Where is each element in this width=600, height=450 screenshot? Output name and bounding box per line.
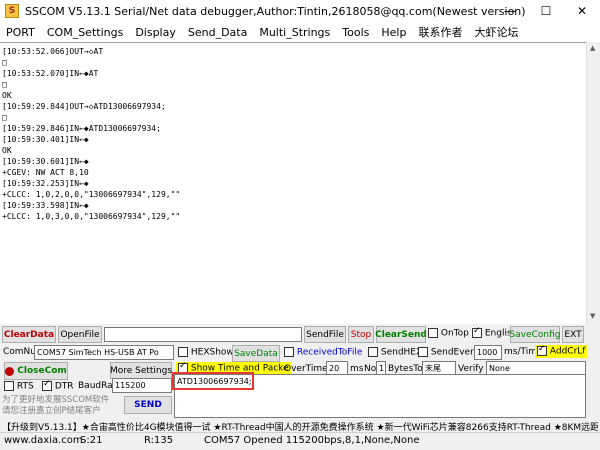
log-line: □ [2, 80, 7, 89]
log-line: +CLCC: 1,0,2,0,0,"13006697934",129,"" [2, 190, 181, 199]
menu-port[interactable]: PORT [0, 26, 41, 39]
log-line: [10:53:52.066]OUT→◇AT [2, 47, 104, 56]
title-bar: S SSCOM V5.13.1 Serial/Net data debugger… [0, 0, 600, 22]
send-hex-checkbox[interactable]: SendHEX [368, 347, 422, 358]
on-top-label: OnTop [440, 328, 469, 339]
close-button[interactable]: ✕ [564, 0, 600, 22]
send-every-check-icon [418, 347, 428, 357]
received-to-file-check-icon [284, 347, 294, 357]
file-path-input[interactable] [104, 327, 302, 342]
on-top-checkbox[interactable]: OnTop [428, 328, 469, 339]
english-check-icon [472, 326, 482, 338]
highlight-box [172, 372, 254, 390]
scroll-down-icon[interactable]: ▼ [590, 312, 595, 320]
more-settings-button[interactable]: More Settings [110, 362, 172, 379]
log-line: +CGEV: NW ACT 8,10 [2, 168, 89, 177]
received-count: R:135 [144, 435, 174, 446]
on-top-check-icon [428, 328, 438, 338]
close-com-button[interactable]: CloseCom [4, 362, 68, 380]
received-to-file-label: ReceivedToFile [296, 347, 363, 358]
log-line: [10:59:32.253]IN←◆ [2, 179, 89, 188]
send-file-button[interactable]: SendFile [304, 326, 346, 343]
window-title: SSCOM V5.13.1 Serial/Net data debugger,A… [25, 4, 526, 18]
promo-text: 为了更好地发展SSCOM软件 请您注册嘉立创P结尾客户 [2, 395, 110, 416]
stop-button[interactable]: Stop [348, 326, 374, 343]
menu-com-settings[interactable]: COM_Settings [41, 26, 129, 39]
minimize-button[interactable]: — [492, 0, 528, 22]
dtr-checkbox[interactable]: DTR [42, 379, 74, 392]
menu-send-data[interactable]: Send_Data [182, 26, 253, 39]
add-crlf-checkbox[interactable]: AddCrLf [535, 344, 588, 358]
save-data-button[interactable]: SaveData [232, 345, 280, 362]
clear-data-button[interactable]: ClearData [2, 326, 56, 343]
add-crlf-label: AddCrLf [549, 346, 586, 357]
rts-checkbox[interactable]: RTS [4, 381, 34, 392]
log-line: □ [2, 58, 7, 67]
bytes-to-label: BytesTo [388, 364, 423, 374]
toolbar-row: ClearData OpenFile SendFile Stop ClearSe… [0, 325, 600, 343]
log-line: OK [2, 146, 12, 155]
dtr-label: DTR [54, 381, 74, 392]
menu-display[interactable]: Display [129, 26, 182, 39]
log-line: [10:59:33.598]IN←◆ [2, 201, 89, 210]
menu-bar: PORT COM_Settings Display Send_Data Mult… [0, 22, 600, 42]
scroll-up-icon[interactable]: ▲ [590, 44, 595, 52]
rts-label: RTS [16, 381, 34, 392]
send-every-unit: ms/Tim [504, 347, 537, 357]
menu-multi-strings[interactable]: Multi_Strings [253, 26, 336, 39]
hex-show-checkbox[interactable]: HEXShow [178, 347, 234, 358]
hex-show-label: HEXShow [190, 347, 234, 358]
save-config-button[interactable]: SaveConfig [510, 326, 560, 343]
send-hex-label: SendHEX [380, 347, 423, 358]
log-line: [10:59:30.601]IN←◆ [2, 157, 89, 166]
over-time-unit: ms [350, 364, 364, 374]
close-com-label: CloseCom [17, 366, 67, 376]
clear-send-button[interactable]: ClearSend [375, 326, 427, 343]
menu-tools[interactable]: Tools [336, 26, 375, 39]
menu-contact-author[interactable]: 联系作者 [412, 24, 468, 40]
maximize-button[interactable]: ☐ [528, 0, 564, 22]
send-every-checkbox[interactable]: SendEvery: [418, 347, 482, 358]
ext-button[interactable]: EXT [562, 326, 584, 343]
receive-log[interactable]: [10:53:52.066]OUT→◇AT □ [10:53:52.070]IN←◆… [0, 42, 586, 324]
baud-label: BaudRat [78, 381, 117, 391]
over-time-label: OverTime: [284, 364, 331, 374]
send-hex-check-icon [368, 347, 378, 357]
received-to-file-checkbox[interactable]: ReceivedToFile [284, 347, 362, 358]
log-line: [10:59:30.401]IN←◆ [2, 135, 89, 144]
log-line: [10:53:52.070]IN←◆AT [2, 69, 99, 78]
port-status-icon [5, 366, 15, 376]
send-every-input[interactable]: 1000 [474, 345, 502, 360]
sent-count: S:21 [80, 435, 103, 446]
vertical-scrollbar[interactable]: ▲ ▼ [586, 42, 600, 324]
baud-rate-select[interactable]: 115200 [112, 378, 172, 393]
log-line: □ [2, 113, 7, 122]
no-label: No [364, 364, 377, 374]
menu-help[interactable]: Help [375, 26, 412, 39]
app-icon: S [5, 4, 19, 18]
send-button[interactable]: SEND [124, 396, 172, 414]
log-line: +CLCC: 1,0,3,0,0,"13006697934",129,"" [2, 212, 181, 221]
add-crlf-check-icon [537, 344, 547, 356]
log-line: [10:59:29.844]OUT→◇ATD13006697934; [2, 102, 166, 111]
hex-show-check-icon [178, 347, 188, 357]
com-port-select[interactable]: COM57 SimTech HS-USB AT Po [34, 345, 174, 360]
port-status: COM57 Opened 115200bps,8,1,None,None [204, 435, 420, 446]
verify-label: Verify [458, 364, 484, 374]
open-file-button[interactable]: OpenFile [58, 326, 102, 343]
rts-check-icon [4, 381, 14, 391]
status-bar: www.daxia.com S:21 R:135 COM57 Opened 11… [0, 432, 600, 450]
log-line: OK [2, 91, 12, 100]
menu-forum[interactable]: 大虾论坛 [468, 24, 524, 40]
site-link[interactable]: www.daxia.com [4, 435, 83, 446]
log-line: [10:59:29.846]IN←◆ATD13006697934; [2, 124, 161, 133]
dtr-check-icon [42, 379, 52, 391]
